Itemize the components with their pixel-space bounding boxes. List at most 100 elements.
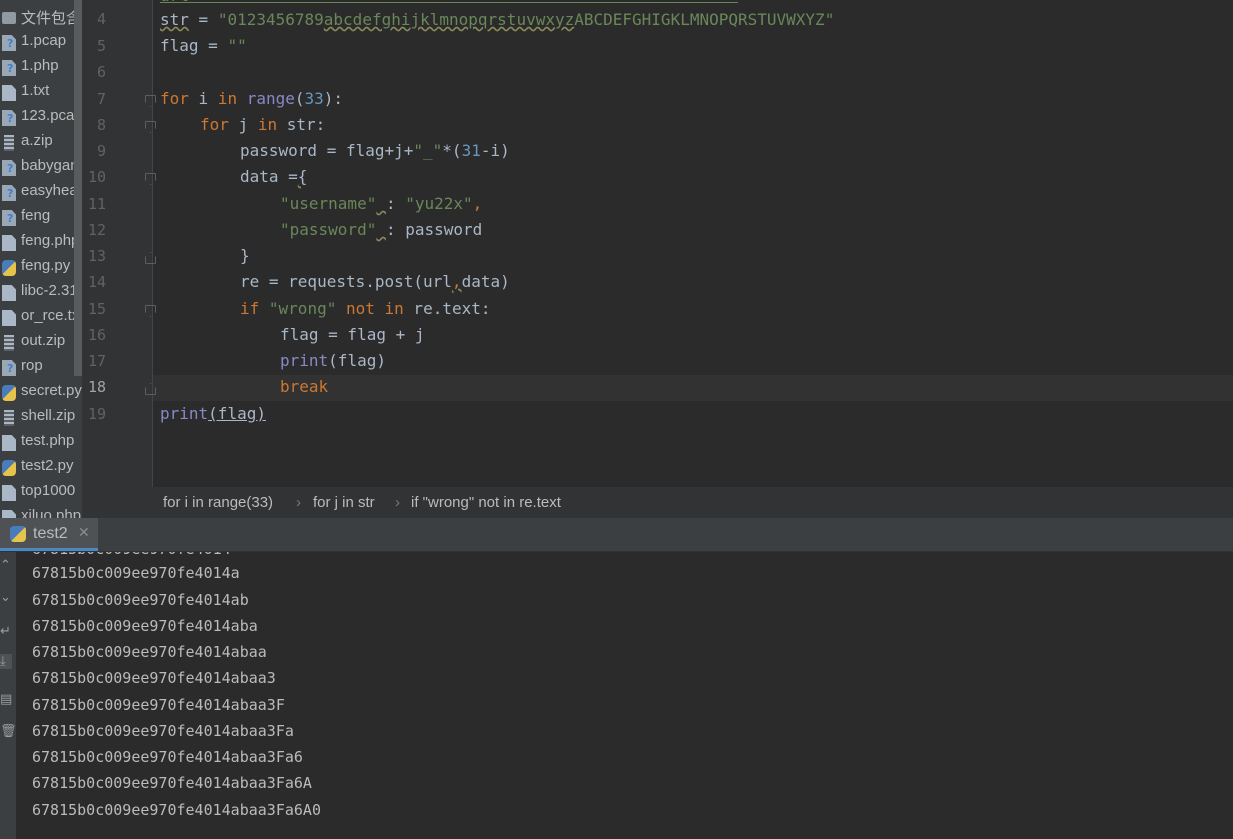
tab-test2[interactable]: test2 ✕ — [0, 518, 98, 551]
tree-item-folder[interactable]: 文件包含 — [0, 5, 82, 30]
code-line-4: str = "0123456789abcdefghijklmnopqrstuvw… — [160, 10, 834, 29]
tree-item[interactable]: feng.py — [0, 255, 82, 280]
tree-item[interactable]: test2.py — [0, 455, 82, 480]
code-token: ): — [323, 89, 344, 108]
tree-item[interactable]: test.php — [0, 430, 82, 455]
python-file-icon — [2, 260, 16, 276]
tree-item[interactable]: babygame — [0, 155, 82, 180]
line-number: 10 — [87, 168, 106, 186]
tree-item[interactable]: easyheap — [0, 180, 82, 205]
run-toolbar: ⌃ ⌄ ↵ ⤓ ▤ 🗑 — [0, 552, 17, 839]
tree-item-label: test.php — [21, 432, 75, 449]
console-line: 67815b0c009ee970fe4014aba — [32, 617, 258, 635]
tree-item[interactable]: shell.zip — [0, 405, 82, 430]
code-token: break — [280, 377, 329, 396]
scroll-to-end-icon[interactable]: ⤓ — [0, 654, 12, 669]
tree-item[interactable]: 123.pcap — [0, 105, 82, 130]
text-file-icon — [2, 85, 16, 101]
code-token: "0123456789 — [217, 10, 324, 29]
unknown-file-icon — [2, 110, 16, 126]
arrow-up-icon[interactable]: ⌃ — [0, 558, 12, 573]
run-console-output[interactable]: 67815b0c009ee970fe4014 67815b0c009ee970f… — [16, 552, 1233, 839]
code-token: "yu22x" — [405, 194, 473, 213]
tree-item[interactable]: rop — [0, 355, 82, 380]
console-line: 67815b0c009ee970fe4014ab — [32, 591, 249, 609]
line-number: 11 — [87, 195, 106, 213]
breadcrumb-item[interactable]: for i in range(33) — [163, 494, 273, 511]
line-number: 13 — [87, 247, 106, 265]
arrow-down-icon[interactable]: ⌄ — [0, 590, 12, 605]
breadcrumb: for i in range(33) › for j in str › if "… — [82, 487, 1233, 518]
code-token: print — [280, 351, 329, 370]
python-icon — [10, 526, 26, 542]
code-line-12: "password" : password — [280, 220, 482, 239]
trash-icon[interactable]: 🗑 — [0, 724, 17, 739]
tree-item[interactable]: or_rce.txt — [0, 305, 82, 330]
soft-wrap-icon[interactable]: ↵ — [0, 624, 12, 639]
tree-item-label: test2.py — [21, 457, 74, 474]
tree-item[interactable]: feng.php — [0, 230, 82, 255]
tree-item-label: 1.txt — [21, 82, 50, 99]
tree-item[interactable]: feng — [0, 205, 82, 230]
line-number: 12 — [87, 221, 106, 239]
tree-item[interactable]: 1.pcap — [0, 30, 82, 55]
code-token: (flag) — [328, 351, 386, 370]
tree-item[interactable]: libc-2.31 — [0, 280, 82, 305]
python-file-icon — [2, 385, 16, 401]
console-line: 67815b0c009ee970fe4014abaa3 — [32, 669, 276, 687]
text-file-icon — [2, 235, 16, 251]
breadcrumb-item[interactable]: for j in str — [313, 494, 375, 511]
code-token: re = requests.post(url — [240, 272, 452, 291]
unknown-file-icon — [2, 60, 16, 76]
chevron-right-icon: › — [395, 494, 400, 511]
tree-scrollbar[interactable] — [74, 0, 82, 376]
code-line-5: flag = "" — [160, 36, 247, 55]
text-file-icon — [2, 485, 16, 501]
code-token: str: — [277, 115, 326, 134]
print-icon[interactable]: ▤ — [0, 692, 12, 707]
line-number: 15 — [87, 300, 106, 318]
console-line: 67815b0c009ee970fe4014abaa3Fa6A0 — [32, 801, 321, 819]
code-line-15: if "wrong" not in re.text: — [240, 299, 491, 318]
unknown-file-icon — [2, 360, 16, 376]
tree-item[interactable]: xiluo.php — [0, 505, 82, 518]
tree-item[interactable]: 1.txt — [0, 80, 82, 105]
tree-item[interactable]: out.zip — [0, 330, 82, 355]
code-token: "_" — [413, 141, 443, 160]
python-file-icon — [2, 460, 16, 476]
line-number: 5 — [96, 37, 106, 55]
code-token: : password — [385, 220, 483, 239]
text-file-icon — [2, 310, 16, 326]
tree-item-label: shell.zip — [21, 407, 76, 424]
text-file-icon — [2, 435, 16, 451]
tree-item-label: feng.php — [21, 232, 80, 249]
code-token: 31 — [461, 141, 481, 160]
code-token: , — [451, 272, 462, 291]
tree-item[interactable]: top1000 — [0, 480, 82, 505]
tree-item[interactable]: secret.py — [0, 380, 82, 405]
code-line-3: url = " " — [160, 0, 738, 5]
console-line-cutoff: 67815b0c009ee970fe4014 — [32, 552, 231, 558]
tree-item-label: 文件包含 — [21, 10, 82, 27]
tree-item-label: top1000 — [21, 482, 76, 499]
code-line-11: "username" : "yu22x", — [280, 194, 482, 213]
code-line-14: re = requests.post(url,data) — [240, 272, 510, 291]
code-line-16: flag = flag + j — [280, 325, 425, 344]
tree-item[interactable]: a.zip — [0, 130, 82, 155]
code-token: data) — [461, 272, 510, 291]
code-token: flag = — [160, 36, 228, 55]
line-number: 14 — [87, 273, 106, 291]
breadcrumb-item[interactable]: if "wrong" not in re.text — [411, 494, 561, 511]
close-icon[interactable]: ✕ — [78, 525, 90, 541]
code-token: for — [160, 89, 189, 108]
line-number: 7 — [96, 90, 106, 108]
code-editor[interactable]: url = " " str = "0123456789abcdefghijklm… — [153, 0, 1233, 487]
tree-item[interactable]: 1.php — [0, 55, 82, 80]
console-line: 67815b0c009ee970fe4014abaa — [32, 643, 267, 661]
zip-file-icon — [4, 335, 14, 351]
line-number: 6 — [96, 63, 106, 81]
